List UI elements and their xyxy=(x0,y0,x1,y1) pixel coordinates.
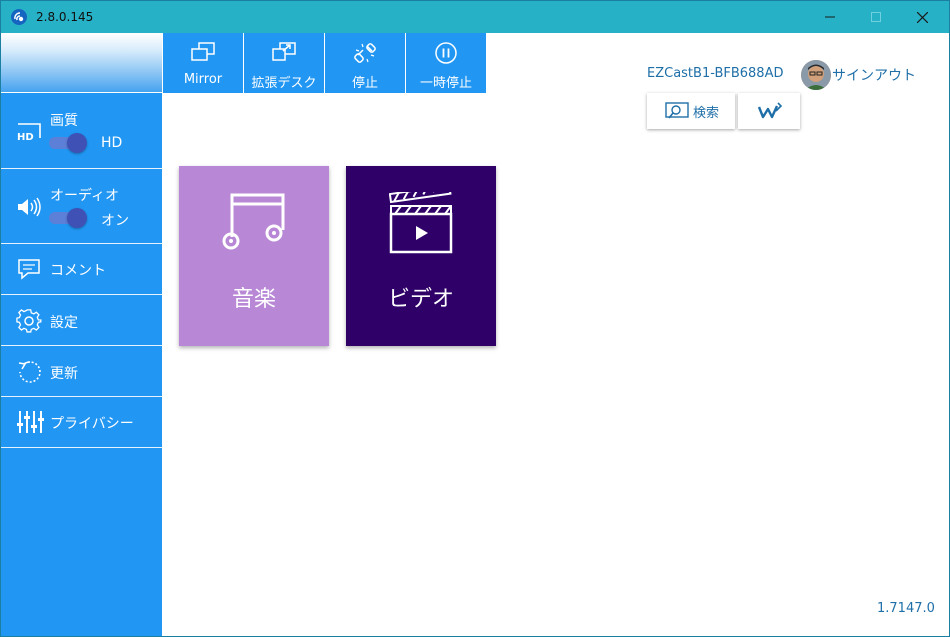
music-note-icon xyxy=(222,193,285,250)
refresh-icon xyxy=(18,361,41,383)
maximize-icon xyxy=(871,12,881,22)
search-icon xyxy=(665,102,689,119)
sidebar-item-audio: オーディオ オン xyxy=(1,169,162,244)
stop-button[interactable]: 停止 xyxy=(325,33,405,93)
speaker-icon xyxy=(18,197,41,217)
toolbar-button-label: 一時停止 xyxy=(419,76,472,91)
top-toolbar: Mirror 拡張デスク 停止 一時停止 xyxy=(163,33,487,93)
sidebar-item-settings[interactable]: 設定 xyxy=(1,295,162,346)
sidebar: HD 画質 HD オーディオ オン コメント 設定 更新 プライバシー xyxy=(1,33,162,636)
search-button[interactable]: 検索 xyxy=(647,93,735,129)
sidebar-header xyxy=(1,33,162,93)
extend-desk-button[interactable]: 拡張デスク xyxy=(244,33,324,93)
toolbar-button-label: Mirror xyxy=(183,72,223,87)
avatar[interactable] xyxy=(801,60,831,90)
device-name: EZCastB1-BFB688AD xyxy=(647,66,784,81)
sidebar-item-label: 更新 xyxy=(50,366,78,382)
audio-toggle[interactable] xyxy=(49,208,87,228)
close-button[interactable] xyxy=(899,1,945,33)
extend-icon xyxy=(272,42,296,61)
video-tile[interactable]: ビデオ xyxy=(346,166,496,346)
whiteboard-button[interactable] xyxy=(738,93,800,129)
mirror-icon xyxy=(191,42,215,61)
sidebar-item-label: プライバシー xyxy=(50,416,134,432)
app-window: 2.8.0.145 HD 画質 HD オーディオ オン コメント 設定 更新 プ… xyxy=(0,0,950,637)
quality-label: 画質 xyxy=(50,113,78,129)
signout-link[interactable]: サインアウト xyxy=(832,65,916,85)
audio-value: オン xyxy=(101,213,129,229)
video-tile-label: ビデオ xyxy=(387,287,454,312)
sidebar-item-privacy[interactable]: プライバシー xyxy=(1,397,162,448)
version-label: 1.7147.0 xyxy=(877,601,935,616)
sidebar-item-label: 設定 xyxy=(50,315,78,331)
music-tile[interactable]: 音楽 xyxy=(179,166,329,346)
sidebar-item-update[interactable]: 更新 xyxy=(1,346,162,397)
disconnect-icon xyxy=(354,43,376,63)
sidebar-item-comment[interactable]: コメント xyxy=(1,244,162,295)
comment-icon xyxy=(18,259,40,280)
toolbar-button-label: 拡張デスク xyxy=(251,76,317,91)
app-logo-icon xyxy=(11,9,27,25)
pause-button[interactable]: 一時停止 xyxy=(406,33,486,93)
maximize-button[interactable] xyxy=(853,1,899,33)
close-icon xyxy=(916,11,928,23)
search-button-label: 検索 xyxy=(693,106,720,121)
pen-draw-icon xyxy=(757,102,783,119)
audio-label: オーディオ xyxy=(50,188,120,204)
sliders-icon xyxy=(17,411,44,433)
clapperboard-icon xyxy=(389,192,453,254)
toolbar-button-label: 停止 xyxy=(351,76,378,91)
minimize-icon xyxy=(825,16,835,18)
pause-icon xyxy=(435,42,457,64)
quality-toggle[interactable] xyxy=(49,133,87,153)
minimize-button[interactable] xyxy=(807,1,853,33)
window-title: 2.8.0.145 xyxy=(36,10,94,24)
music-tile-label: 音楽 xyxy=(231,287,276,312)
hd-icon: HD xyxy=(17,123,41,143)
title-bar: 2.8.0.145 xyxy=(1,1,949,33)
quality-value: HD xyxy=(101,135,123,151)
mirror-button[interactable]: Mirror xyxy=(163,33,243,93)
user-photo-icon xyxy=(801,60,831,90)
sidebar-item-quality: HD 画質 HD xyxy=(1,94,162,169)
sidebar-item-label: コメント xyxy=(50,263,106,279)
gear-icon xyxy=(16,309,42,333)
svg-text:HD: HD xyxy=(17,132,34,143)
